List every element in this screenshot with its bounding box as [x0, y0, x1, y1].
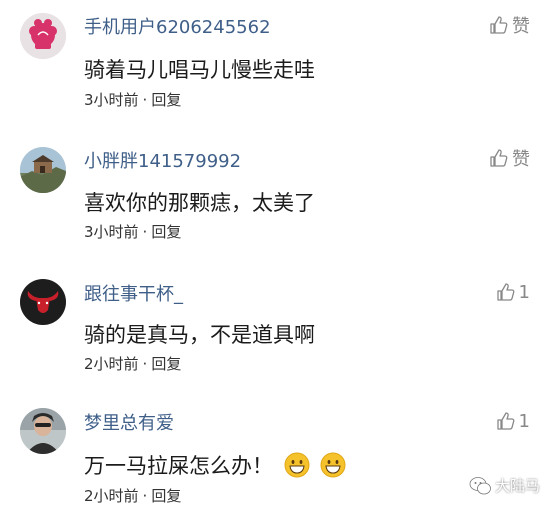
like-label: 赞	[512, 16, 530, 37]
separator: ·	[142, 487, 148, 505]
timestamp: 2小时前	[84, 355, 139, 373]
like-button[interactable]: 1	[496, 410, 530, 432]
reply-link[interactable]: 回复	[151, 91, 181, 109]
separator: ·	[142, 223, 148, 241]
user-avatar[interactable]	[20, 408, 66, 454]
separator: ·	[142, 355, 148, 373]
comment-text: 喜欢你的那颗痣，太美了	[84, 191, 315, 215]
comment-text-body: 万一马拉屎怎么办！	[84, 454, 273, 478]
pink-flower-avatar-icon	[20, 13, 66, 59]
separator: ·	[142, 91, 148, 109]
username[interactable]: 跟往事干杯_	[84, 280, 183, 306]
reply-link[interactable]: 回复	[151, 487, 181, 505]
user-avatar[interactable]	[20, 147, 66, 193]
comment-meta: 2小时前 · 回复	[84, 485, 181, 506]
grinning-face-emoji	[320, 452, 346, 483]
username[interactable]: 小胖胖141579992	[84, 147, 241, 173]
username[interactable]: 梦里总有爱	[84, 409, 174, 435]
person-photo-avatar-icon	[20, 408, 66, 454]
like-button[interactable]: 1	[496, 281, 530, 303]
reply-link[interactable]: 回复	[151, 355, 181, 373]
thumbs-up-icon	[490, 16, 508, 34]
like-label: 赞	[512, 149, 530, 170]
like-count: 1	[518, 410, 530, 432]
username[interactable]: 手机用户6206245562	[84, 13, 271, 39]
thumbs-up-icon	[496, 283, 514, 301]
timestamp: 3小时前	[84, 91, 139, 109]
user-avatar[interactable]	[20, 13, 66, 59]
comment-text: 骑的是真马，不是道具啊	[84, 323, 315, 347]
comment-meta: 3小时前 · 回复	[84, 89, 181, 110]
timestamp: 2小时前	[84, 487, 139, 505]
like-button[interactable]: 赞	[489, 14, 530, 37]
timestamp: 3小时前	[84, 223, 139, 241]
comment-meta: 2小时前 · 回复	[84, 353, 181, 374]
comment-text: 骑着马儿唱马儿慢些走哇	[84, 58, 315, 82]
user-avatar[interactable]	[20, 279, 66, 325]
comment-meta: 3小时前 · 回复	[84, 221, 181, 242]
thumbs-up-icon	[490, 149, 508, 167]
wechat-icon	[469, 476, 491, 494]
like-button[interactable]: 赞	[489, 147, 530, 170]
reply-link[interactable]: 回复	[151, 223, 181, 241]
watermark-text: 大陆马	[494, 477, 540, 495]
grinning-face-emoji	[284, 452, 310, 483]
great-wall-avatar-icon	[20, 147, 66, 193]
thumbs-up-icon	[496, 412, 514, 430]
watermark: 大陆马	[469, 475, 540, 496]
like-count: 1	[518, 281, 530, 303]
comment-text: 万一马拉屎怎么办！	[84, 450, 346, 483]
bull-avatar-icon	[20, 279, 66, 325]
